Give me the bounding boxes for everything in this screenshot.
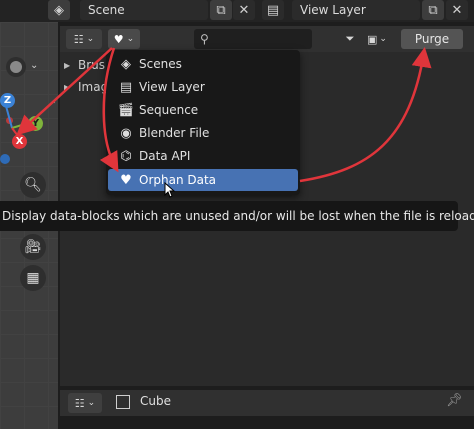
purge-button[interactable]: Purge	[401, 29, 463, 49]
menu-item-label: Data API	[139, 149, 191, 163]
view-layer-icon: ▤	[119, 79, 133, 95]
scenes-icon: ◈	[121, 56, 131, 72]
menu-item-label: Blender File	[139, 126, 210, 140]
zoom-icon: 🔍︎	[24, 177, 42, 193]
tree-item-label: Imag	[78, 80, 109, 94]
expand-arrow-icon[interactable]: ▶	[64, 61, 78, 70]
menu-item-label: Scenes	[139, 57, 182, 71]
scene-field[interactable]: Scene	[80, 0, 208, 20]
menu-item-orphan-data[interactable]: ♥ Orphan Data	[108, 169, 298, 191]
expand-arrow-icon[interactable]: ▶	[64, 83, 78, 92]
object-name: Cube	[140, 394, 171, 408]
view-layer-icon: ▤	[266, 2, 280, 18]
properties-icon: ☷	[74, 396, 85, 410]
scene-name: Scene	[88, 3, 125, 17]
gizmo-lines	[5, 105, 33, 137]
tree-row[interactable]: ▶ Brus	[64, 55, 105, 75]
archive-icon: ▣	[367, 32, 378, 46]
menu-item-scenes[interactable]: ◈ Scenes	[108, 53, 298, 75]
chevron-down-icon: ⌄	[126, 34, 135, 44]
grid-view-button[interactable]: ▦	[20, 265, 46, 291]
view-layer-copy-button[interactable]: ⧉	[422, 0, 444, 20]
view-layer-name: View Layer	[300, 3, 366, 17]
gizmo-neg-z-dot[interactable]	[0, 154, 10, 164]
display-mode-dropdown[interactable]: ♥ ⌄	[108, 29, 140, 49]
display-mode-menu: ◈ Scenes ▤ View Layer 🎬︎ Sequence ◉ Blen…	[106, 50, 300, 195]
scene-close-button[interactable]: ✕	[233, 0, 255, 20]
chevron-down-icon[interactable]: ⌄	[30, 60, 38, 71]
view-layer-browse-button[interactable]: ▤	[262, 0, 284, 20]
object-icon	[116, 395, 130, 409]
orphan-data-icon: ♥	[113, 32, 124, 46]
editor-type-button[interactable]: ☷ ⌄	[66, 29, 102, 49]
tooltip-text: Display data-blocks which are unused and…	[2, 209, 474, 223]
purge-label: Purge	[414, 32, 450, 46]
close-icon: ✕	[238, 2, 250, 18]
camera-icon: 🎥︎	[24, 239, 42, 255]
filter-button[interactable]: ⏷	[340, 29, 360, 49]
scene-browse-button[interactable]: ◈	[48, 0, 70, 20]
search-icon: ⚲	[200, 32, 209, 46]
menu-item-label: Orphan Data	[139, 173, 217, 187]
filter-icon: ⏷	[345, 32, 355, 45]
zoom-button[interactable]: 🔍︎	[20, 172, 46, 198]
tree-row[interactable]: ▶ Imag	[64, 77, 108, 97]
sphere-icon	[10, 61, 22, 73]
outliner-icon: ☷	[73, 32, 84, 46]
scene-copy-button[interactable]: ⧉	[210, 0, 232, 20]
grid-icon: ▦	[26, 270, 40, 286]
scene-icon: ◈	[54, 2, 64, 18]
menu-item-data-api[interactable]: ⌬ Data API	[108, 145, 298, 167]
blender-file-icon: ◉	[120, 125, 132, 141]
tree-item-label: Brus	[78, 58, 106, 72]
menu-item-label: Sequence	[139, 103, 199, 117]
menu-item-label: View Layer	[139, 80, 205, 94]
sequence-icon: 🎬︎	[117, 102, 135, 118]
search-input[interactable]: ⚲	[194, 29, 312, 49]
close-icon: ✕	[451, 2, 463, 18]
orphan-data-icon: ♥	[120, 172, 132, 188]
view-layer-field[interactable]: View Layer	[292, 0, 420, 20]
copy-icon: ⧉	[428, 2, 438, 18]
menu-item-view-layer[interactable]: ▤ View Layer	[108, 76, 298, 98]
camera-view-button[interactable]: 🎥︎	[20, 234, 46, 260]
tooltip: Display data-blocks which are unused and…	[0, 201, 474, 231]
chevron-down-icon: ⌄	[86, 34, 95, 44]
chevron-down-icon: ⌄	[87, 398, 96, 408]
menu-item-sequence[interactable]: 🎬︎ Sequence	[108, 99, 298, 121]
mouse-cursor-icon	[164, 182, 176, 198]
properties-editor-type-button[interactable]: ☷ ⌄	[68, 393, 102, 413]
copy-icon: ⧉	[216, 2, 226, 18]
menu-item-blender-file[interactable]: ◉ Blender File	[108, 122, 298, 144]
view-layer-close-button[interactable]: ✕	[446, 0, 468, 20]
pin-icon[interactable]: 📌︎	[446, 393, 463, 408]
shading-solid-button[interactable]	[6, 57, 26, 77]
data-api-icon: ⌬	[120, 148, 132, 164]
chevron-down-icon: ⌄	[379, 34, 387, 44]
collapse-arrow-icon[interactable]: ‹	[52, 96, 56, 107]
new-collection-button[interactable]: ▣ ⌄	[362, 29, 392, 49]
